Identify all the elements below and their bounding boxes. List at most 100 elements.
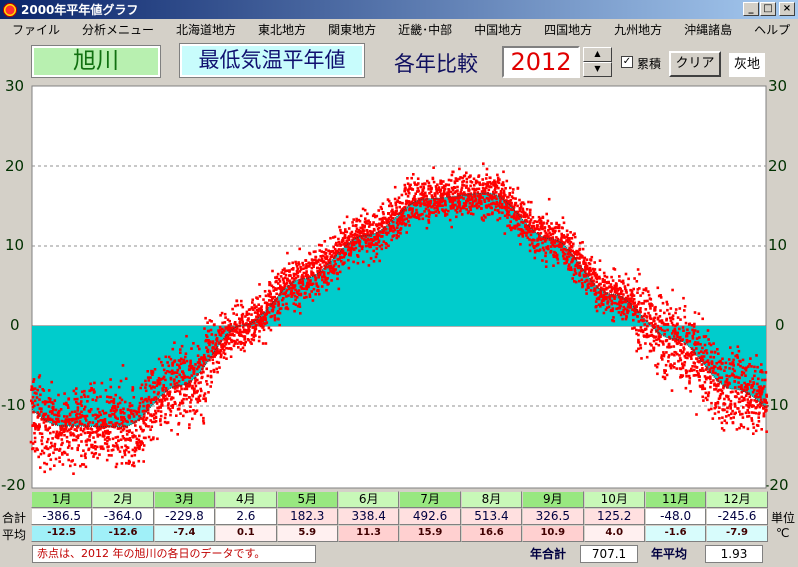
daily-point [368, 221, 372, 224]
daily-point [269, 328, 273, 332]
daily-point [498, 211, 501, 214]
daily-point [447, 190, 451, 194]
daily-point [660, 356, 663, 359]
daily-point [230, 339, 234, 343]
daily-point [761, 378, 764, 382]
daily-point [539, 217, 542, 220]
daily-point [50, 441, 53, 445]
menu-hokkaido[interactable]: 北海道地方 [165, 21, 247, 38]
daily-point [437, 186, 441, 189]
daily-point [85, 414, 89, 418]
year-up-button[interactable]: ▲ [583, 47, 612, 62]
minimize-button[interactable]: _ [743, 2, 759, 16]
daily-point [701, 395, 704, 399]
daily-point [39, 393, 42, 397]
daily-point [42, 451, 46, 455]
daily-point [503, 232, 507, 235]
daily-point [544, 238, 548, 242]
daily-point [208, 343, 211, 347]
daily-point [727, 414, 731, 417]
daily-point [542, 248, 546, 252]
daily-point [134, 435, 137, 438]
menu-kinki-chubu[interactable]: 近畿･中部 [387, 21, 463, 38]
maximize-button[interactable]: □ [760, 2, 776, 16]
year-field[interactable]: 2012 [502, 46, 580, 78]
daily-point [130, 454, 134, 458]
menu-kanto[interactable]: 関東地方 [317, 21, 387, 38]
daily-point [196, 361, 200, 364]
daily-point [367, 225, 371, 228]
daily-point [612, 316, 615, 319]
daily-point [581, 241, 584, 244]
daily-point [500, 204, 504, 208]
daily-point [142, 404, 145, 408]
menu-file[interactable]: ファイル [0, 21, 71, 38]
clear-button[interactable]: クリア [669, 51, 721, 77]
daily-point [202, 419, 205, 423]
daily-point [637, 333, 640, 337]
close-button[interactable]: × [779, 2, 795, 16]
daily-point [220, 311, 224, 315]
daily-point [165, 398, 169, 401]
daily-point [528, 211, 532, 214]
cumulative-checkbox[interactable]: ✓ [621, 56, 633, 68]
daily-point [444, 203, 447, 207]
daily-point [707, 363, 711, 366]
daily-point [558, 243, 562, 247]
daily-point [43, 470, 46, 474]
menu-okinawa[interactable]: 沖縄諸島 [673, 21, 743, 38]
daily-point [343, 235, 347, 238]
station-name[interactable]: 旭川 [31, 45, 161, 78]
daily-point [120, 398, 124, 402]
menu-chugoku[interactable]: 中国地方 [463, 21, 533, 38]
menu-kyushu[interactable]: 九州地方 [603, 21, 673, 38]
daily-point [122, 427, 126, 431]
menu-analysis[interactable]: 分析メニュー [71, 21, 165, 38]
daily-point [80, 454, 83, 458]
measure-type[interactable]: 最低気温平年値 [179, 43, 365, 78]
daily-point [685, 370, 689, 373]
daily-point [285, 302, 288, 306]
daily-point [33, 404, 36, 408]
daily-point [734, 411, 737, 415]
daily-point [120, 462, 124, 465]
daily-point [336, 277, 339, 281]
daily-point [168, 390, 172, 394]
daily-point [173, 371, 176, 374]
daily-point [611, 301, 614, 305]
daily-point [410, 188, 414, 191]
daily-point [57, 414, 61, 417]
daily-point [512, 188, 515, 191]
year-down-button[interactable]: ▼ [583, 62, 612, 77]
daily-point [417, 182, 420, 185]
daily-point [206, 348, 210, 352]
menu-shikoku[interactable]: 四国地方 [533, 21, 603, 38]
daily-point [105, 458, 109, 462]
daily-point [363, 208, 367, 212]
daily-point [710, 401, 713, 405]
daily-point [442, 180, 445, 183]
daily-point [351, 224, 355, 227]
daily-point [430, 194, 434, 197]
daily-point [277, 304, 280, 307]
daily-point [744, 411, 748, 415]
daily-point [755, 354, 758, 357]
daily-point [182, 358, 186, 362]
daily-point [104, 423, 108, 426]
daily-point [669, 366, 673, 370]
daily-point [525, 231, 528, 234]
daily-point [344, 228, 347, 231]
daily-point [120, 445, 124, 449]
daily-point [275, 292, 278, 296]
daily-point [416, 177, 420, 180]
menu-help[interactable]: ヘルプ [743, 21, 798, 38]
daily-point [467, 189, 470, 192]
daily-point [50, 412, 54, 415]
gray-background-button[interactable]: 灰地 [729, 53, 765, 77]
daily-point [669, 345, 673, 349]
daily-point [723, 397, 726, 401]
menu-tohoku[interactable]: 東北地方 [247, 21, 317, 38]
daily-point [52, 430, 55, 434]
daily-point [223, 352, 227, 356]
daily-point [85, 443, 88, 447]
